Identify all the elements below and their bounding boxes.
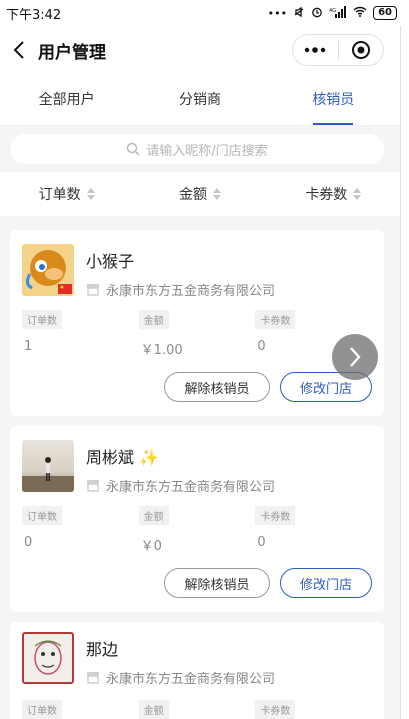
- store-info: 永康市东方五金商务有限公司: [86, 476, 275, 495]
- stat-label: 订单数: [22, 310, 62, 329]
- battery-icon: 60: [373, 6, 397, 20]
- user-name: 小猴子: [86, 252, 135, 271]
- stat-label: 卡券数: [255, 310, 296, 329]
- remove-verifier-button[interactable]: 解除核销员: [164, 568, 270, 598]
- stat-value: ￥1.00: [140, 343, 183, 358]
- search-input[interactable]: 请输入昵称/门店搜索: [10, 134, 384, 164]
- stat-amount: 金额 ￥1.00: [138, 309, 256, 358]
- sort-caret-icon: [212, 188, 221, 200]
- stat-label: 金额: [138, 700, 169, 719]
- avatar: [22, 440, 74, 492]
- avatar: [22, 244, 74, 296]
- store-name: 永康市东方五金商务有限公司: [106, 284, 276, 299]
- back-button[interactable]: [0, 26, 38, 74]
- verifier-card: 那边 永康市东方五金商务有限公司 订单数 金额 卡券数: [10, 622, 384, 719]
- signal-icon: 4G: [329, 5, 347, 21]
- tab-all-users[interactable]: 全部用户: [0, 74, 133, 125]
- remove-verifier-button[interactable]: 解除核销员: [164, 372, 270, 402]
- user-name: 那边: [86, 640, 119, 659]
- status-bar: 下午3:42 ••• 4G 60: [0, 0, 409, 26]
- store-name: 永康市东方五金商务有限公司: [106, 480, 276, 495]
- status-icons: ••• 4G 60: [267, 5, 397, 21]
- stat-orders: 订单数 1: [22, 309, 139, 358]
- name-emoji: ✨: [139, 448, 160, 467]
- stat-amount: 金额: [138, 699, 256, 719]
- sort-by-orders[interactable]: 订单数: [0, 184, 133, 204]
- nav-bar: 用户管理: [0, 26, 400, 74]
- sort-caret-icon: [86, 188, 95, 200]
- stat-value: 1: [24, 339, 33, 354]
- stat-value: 0: [257, 535, 266, 550]
- store-info: 永康市东方五金商务有限公司: [86, 280, 275, 299]
- sort-label: 金额: [178, 187, 207, 203]
- user-name: 周彬斌 ✨: [86, 444, 275, 468]
- tab-verifiers[interactable]: 核销员: [267, 74, 400, 125]
- tab-distributors[interactable]: 分销商: [133, 74, 266, 125]
- page-title: 用户管理: [38, 42, 106, 63]
- sort-by-coupons[interactable]: 卡券数: [267, 184, 400, 204]
- sort-label: 订单数: [38, 187, 81, 203]
- store-icon: [87, 480, 99, 492]
- store-info: 永康市东方五金商务有限公司: [86, 668, 275, 687]
- more-menu-button[interactable]: [293, 47, 338, 53]
- stats-row: 订单数 金额 卡券数: [22, 699, 372, 719]
- store-name: 永康市东方五金商务有限公司: [106, 672, 276, 687]
- target-close-icon: [351, 41, 370, 59]
- sort-caret-icon: [353, 188, 362, 200]
- user-name-text: 周彬斌: [86, 448, 135, 467]
- stat-orders: 订单数: [22, 699, 139, 719]
- stat-orders: 订单数 0: [22, 505, 139, 554]
- wifi-icon: [353, 6, 367, 20]
- status-time: 下午3:42: [6, 7, 62, 23]
- stat-label: 卡券数: [255, 700, 296, 719]
- adjacent-window-edge: [400, 26, 409, 719]
- stat-label: 订单数: [22, 700, 62, 719]
- avatar: [22, 632, 74, 684]
- store-icon: [87, 672, 99, 684]
- chevron-left-icon: [13, 41, 24, 59]
- stat-label: 金额: [138, 310, 169, 329]
- sort-label: 卡券数: [305, 187, 348, 203]
- stat-coupons: 卡券数 0: [255, 505, 372, 554]
- mute-icon: [293, 6, 305, 21]
- svg-text:4G: 4G: [329, 8, 336, 14]
- close-miniprogram-button[interactable]: [339, 40, 384, 60]
- stat-label: 金额: [138, 506, 169, 525]
- chevron-right-icon: [350, 347, 361, 367]
- sort-by-amount[interactable]: 金额: [133, 184, 266, 204]
- user-type-tabs: 全部用户 分销商 核销员: [0, 74, 400, 126]
- stat-label: 卡券数: [255, 506, 296, 525]
- more-dots-icon: •••: [267, 6, 288, 20]
- alarm-icon: [311, 6, 323, 21]
- next-floating-button[interactable]: [332, 334, 378, 380]
- verifier-card: 周彬斌 ✨ 永康市东方五金商务有限公司 订单数 0 金额 ￥0 卡券数 0 解除…: [10, 426, 384, 612]
- edit-store-button[interactable]: 修改门店: [280, 568, 372, 598]
- verifier-card: 小猴子 永康市东方五金商务有限公司 订单数 1 金额 ￥1.00 卡券数 0 解…: [10, 230, 384, 416]
- store-icon: [87, 284, 99, 296]
- more-dots-icon: [305, 47, 326, 53]
- stat-label: 订单数: [22, 506, 62, 525]
- search-icon: [127, 142, 140, 156]
- stats-row: 订单数 1 金额 ￥1.00 卡券数 0: [22, 309, 372, 358]
- miniprogram-capsule: [292, 34, 384, 66]
- sort-bar: 订单数 金额 卡券数: [0, 172, 400, 216]
- search-area: 请输入昵称/门店搜索: [0, 126, 400, 172]
- search-placeholder: 请输入昵称/门店搜索: [146, 143, 268, 159]
- stat-coupons: 卡券数: [255, 699, 372, 719]
- stat-amount: 金额 ￥0: [138, 505, 256, 554]
- stat-value: ￥0: [140, 539, 162, 554]
- stats-row: 订单数 0 金额 ￥0 卡券数 0: [22, 505, 372, 554]
- stat-value: 0: [24, 535, 33, 550]
